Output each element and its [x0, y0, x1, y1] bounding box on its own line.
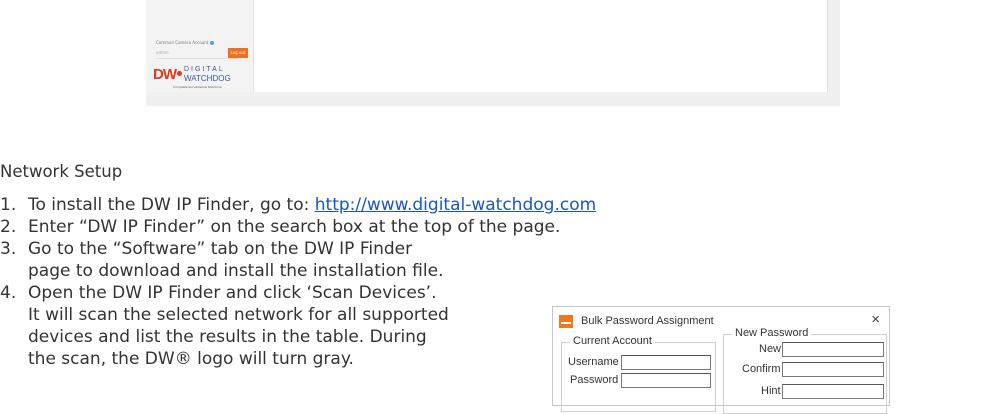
- log-out-button: Log out: [228, 48, 248, 58]
- step-4-line-3: devices and list the results in the tabl…: [28, 327, 427, 347]
- step-1: 1. To install the DW IP Finder, go to: ht…: [0, 194, 596, 216]
- bulk-password-dialog: Bulk Password Assignment × Current Accou…: [552, 306, 890, 414]
- logo-tagline: Complete Surveillance Solutions: [173, 85, 222, 89]
- login-main-area: [253, 0, 828, 92]
- info-icon: [210, 41, 215, 45]
- hint-input[interactable]: [782, 384, 884, 399]
- login-sidebar: Common Camera Account admin Log out DW D…: [146, 0, 253, 92]
- current-account-legend: Current Account: [570, 335, 655, 347]
- new-password-input[interactable]: [782, 342, 884, 357]
- hint-label: Hint: [761, 385, 781, 397]
- embedded-screenshot: Common Camera Account admin Log out DW D…: [146, 0, 840, 106]
- dw-logo-mark: DW: [153, 66, 177, 83]
- step-4: 4. Open the DW IP Finder and click ‘Scan …: [0, 282, 436, 304]
- step-3-line-2: page to download and install the install…: [28, 261, 444, 281]
- new-password-group: New Password New Confirm Hint: [723, 327, 887, 414]
- step-3: 3. Go to the “Software” tab on the DW IP …: [0, 238, 412, 260]
- step-number: 3.: [0, 239, 17, 259]
- digital-watchdog-logo: DW DIGITAL WATCHDOG Complete Surveillanc…: [153, 63, 253, 89]
- logo-line2: WATCHDOG: [184, 74, 231, 83]
- step-number: 2.: [0, 217, 17, 237]
- step-text-line: Go to the “Software” tab on the DW IP Fi…: [28, 239, 413, 259]
- confirm-password-input[interactable]: [782, 362, 884, 377]
- website-link[interactable]: http://www.digital-watchdog.com: [315, 195, 596, 215]
- app-icon: [559, 315, 573, 328]
- confirm-label: Confirm: [742, 363, 781, 375]
- step-number: 1.: [0, 195, 17, 215]
- step-number: 4.: [0, 283, 17, 303]
- new-label: New: [759, 343, 782, 355]
- step-text-line: Open the DW IP Finder and click ‘Scan De…: [28, 283, 437, 303]
- step-4-line-4: the scan, the DW® logo will turn gray.: [28, 349, 354, 369]
- logo-line1: DIGITAL: [184, 66, 225, 73]
- step-text: To install the DW IP Finder, go to:: [28, 195, 315, 215]
- logo-dot: [177, 71, 182, 76]
- close-icon[interactable]: ×: [871, 311, 880, 328]
- new-password-legend: New Password: [732, 327, 812, 339]
- username-label: Username: [568, 356, 619, 368]
- password-input[interactable]: [621, 373, 711, 388]
- password-label: Password: [570, 374, 619, 386]
- current-account-group: Current Account Username Password: [561, 335, 716, 412]
- common-camera-account-label: Common Camera Account: [156, 40, 215, 45]
- account-input: admin: [156, 50, 238, 59]
- section-heading: Network Setup: [0, 162, 123, 181]
- step-2: 2. Enter “DW IP Finder” on the search box…: [0, 216, 560, 238]
- step-text: Enter “DW IP Finder” on the search box a…: [28, 217, 561, 237]
- username-input[interactable]: [621, 355, 711, 370]
- dialog-title: Bulk Password Assignment: [581, 315, 714, 327]
- step-4-line-2: It will scan the selected network for al…: [28, 305, 449, 325]
